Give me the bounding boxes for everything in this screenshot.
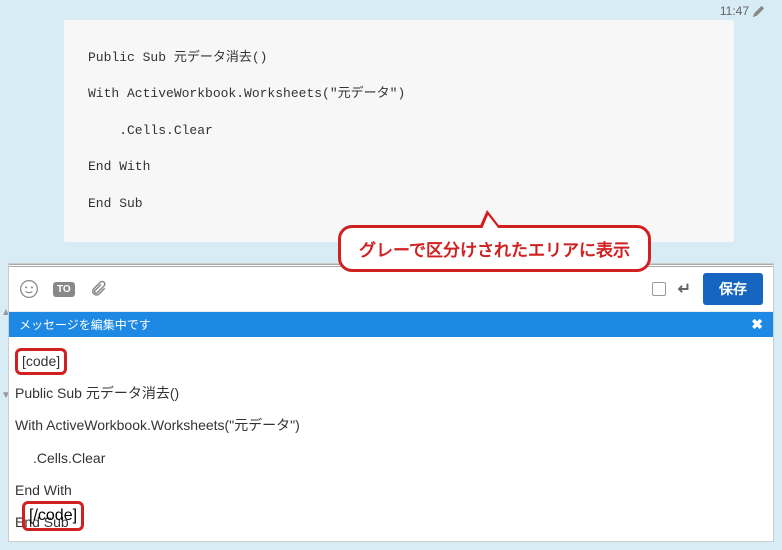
save-button[interactable]: 保存 [703, 273, 763, 305]
checkbox-toggle[interactable] [652, 282, 666, 296]
editor-line: .Cells.Clear [15, 442, 767, 474]
code-line: With ActiveWorkbook.Worksheets("元データ") [88, 76, 710, 112]
code-tag-open: [code] [22, 353, 60, 369]
return-icon[interactable]: ↵ [678, 279, 691, 299]
code-line: End Sub [88, 186, 710, 222]
pencil-icon[interactable] [753, 6, 764, 17]
editor-status-bar: メッセージを編集中です ✖ [9, 312, 773, 337]
editor-textarea[interactable]: [code] Public Sub 元データ消去() With ActiveWo… [9, 337, 773, 541]
close-icon[interactable]: ✖ [751, 316, 763, 333]
editor-toolbar: TO ↵ 保存 [9, 267, 773, 312]
code-line: .Cells.Clear [88, 113, 710, 149]
emoji-icon[interactable] [19, 279, 39, 299]
code-preview-block: Public Sub 元データ消去() With ActiveWorkbook.… [64, 20, 734, 242]
preview-area: 11:47 Public Sub 元データ消去() With ActiveWor… [0, 0, 782, 242]
toolbar-left-group: TO [19, 279, 107, 299]
editor-line: With ActiveWorkbook.Worksheets("元データ") [15, 409, 767, 441]
code-tag-open-highlight: [code] [15, 348, 67, 375]
timestamp-row: 11:47 [10, 0, 772, 18]
code-tag-close: [/code] [29, 507, 77, 524]
editor-panel: TO ↵ 保存 メッセージを編集中です ✖ [code] Public Sub … [8, 263, 774, 542]
timestamp-text: 11:47 [720, 4, 749, 18]
attachment-icon[interactable] [89, 280, 107, 298]
status-message: メッセージを編集中です [19, 316, 151, 333]
annotation-callout: グレーで区分けされたエリアに表示 [338, 225, 651, 272]
callout-text: グレーで区分けされたエリアに表示 [359, 241, 630, 260]
editor-line: Public Sub 元データ消去() [15, 377, 767, 409]
editor-line: End Sub [15, 506, 767, 538]
code-tag-close-highlight: [/code] [22, 501, 84, 531]
editor-line: End With [15, 474, 767, 506]
code-line: Public Sub 元データ消去() [88, 40, 710, 76]
toolbar-right-group: ↵ 保存 [652, 273, 763, 305]
to-badge[interactable]: TO [53, 282, 75, 297]
code-line: End With [88, 149, 710, 185]
